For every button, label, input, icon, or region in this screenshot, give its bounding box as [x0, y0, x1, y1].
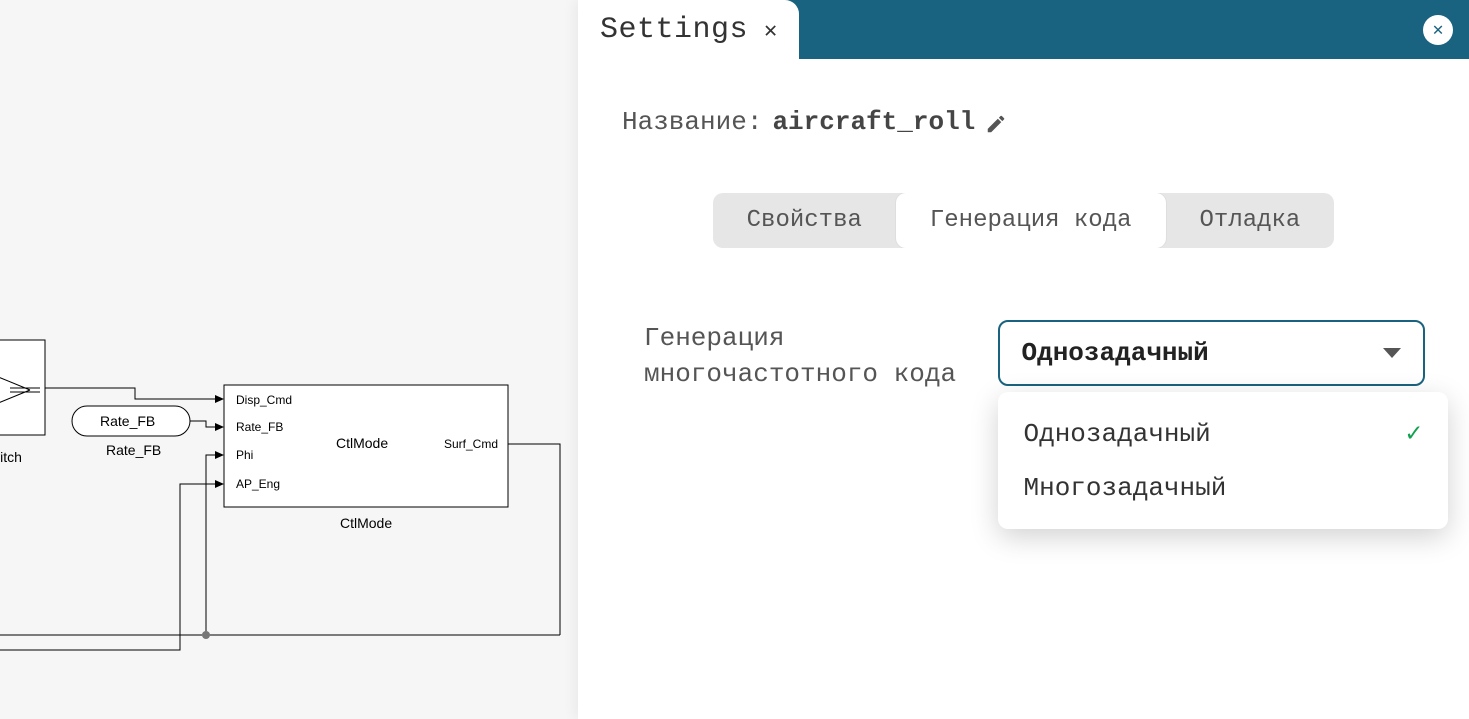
ctlmode-in-port-2: Phi	[236, 448, 253, 462]
ctlmode-in-port-0: Disp_Cmd	[236, 393, 292, 407]
tab-debug[interactable]: Отладка	[1166, 193, 1335, 248]
ctlmode-caption: CtlMode	[340, 515, 392, 531]
ctlmode-in-port-3: AP_Eng	[236, 477, 280, 491]
multirate-codegen-select[interactable]: Однозадачный	[998, 320, 1426, 386]
ctlmode-in-port-1: Rate_FB	[236, 420, 283, 434]
panel-title: Settings	[600, 13, 748, 47]
model-name-value: aircraft_roll	[772, 107, 975, 137]
rate-fb-source-label: Rate_FB	[100, 413, 155, 429]
wire-junction	[202, 631, 210, 639]
ctlmode-center-label: CtlMode	[336, 435, 388, 451]
model-name-label: Название:	[622, 107, 762, 137]
multirate-codegen-label: Генерация многочастотного кода	[644, 320, 958, 393]
block-switch[interactable]	[0, 340, 45, 435]
model-name-row: Название: aircraft_roll	[622, 107, 1425, 137]
tab-codegen[interactable]: Генерация кода	[896, 193, 1166, 248]
panel-title-tab: Settings ✕	[578, 0, 799, 59]
tab-properties[interactable]: Свойства	[713, 193, 896, 248]
rate-fb-source-caption: Rate_FB	[106, 442, 161, 458]
panel-close-button[interactable]	[1423, 15, 1453, 45]
check-icon: ✓	[1406, 418, 1422, 449]
option-multi-task[interactable]: Многозадачный	[998, 461, 1448, 515]
block-switch-caption: witch	[0, 449, 22, 465]
chevron-down-icon	[1383, 348, 1401, 358]
panel-header: Settings ✕	[578, 0, 1469, 59]
select-value: Однозадачный	[1022, 338, 1209, 368]
option-single-task[interactable]: Однозадачный ✓	[998, 406, 1448, 461]
select-dropdown: Однозадачный ✓ Многозадачный	[998, 392, 1448, 529]
pencil-icon[interactable]	[985, 113, 1007, 135]
settings-tabs: Свойства Генерация кода Отладка	[713, 193, 1335, 248]
ctlmode-out-port-0: Surf_Cmd	[444, 437, 498, 451]
close-icon[interactable]: ✕	[764, 20, 777, 42]
settings-panel: Settings ✕ Название: aircraft_roll Свойс…	[578, 0, 1469, 719]
